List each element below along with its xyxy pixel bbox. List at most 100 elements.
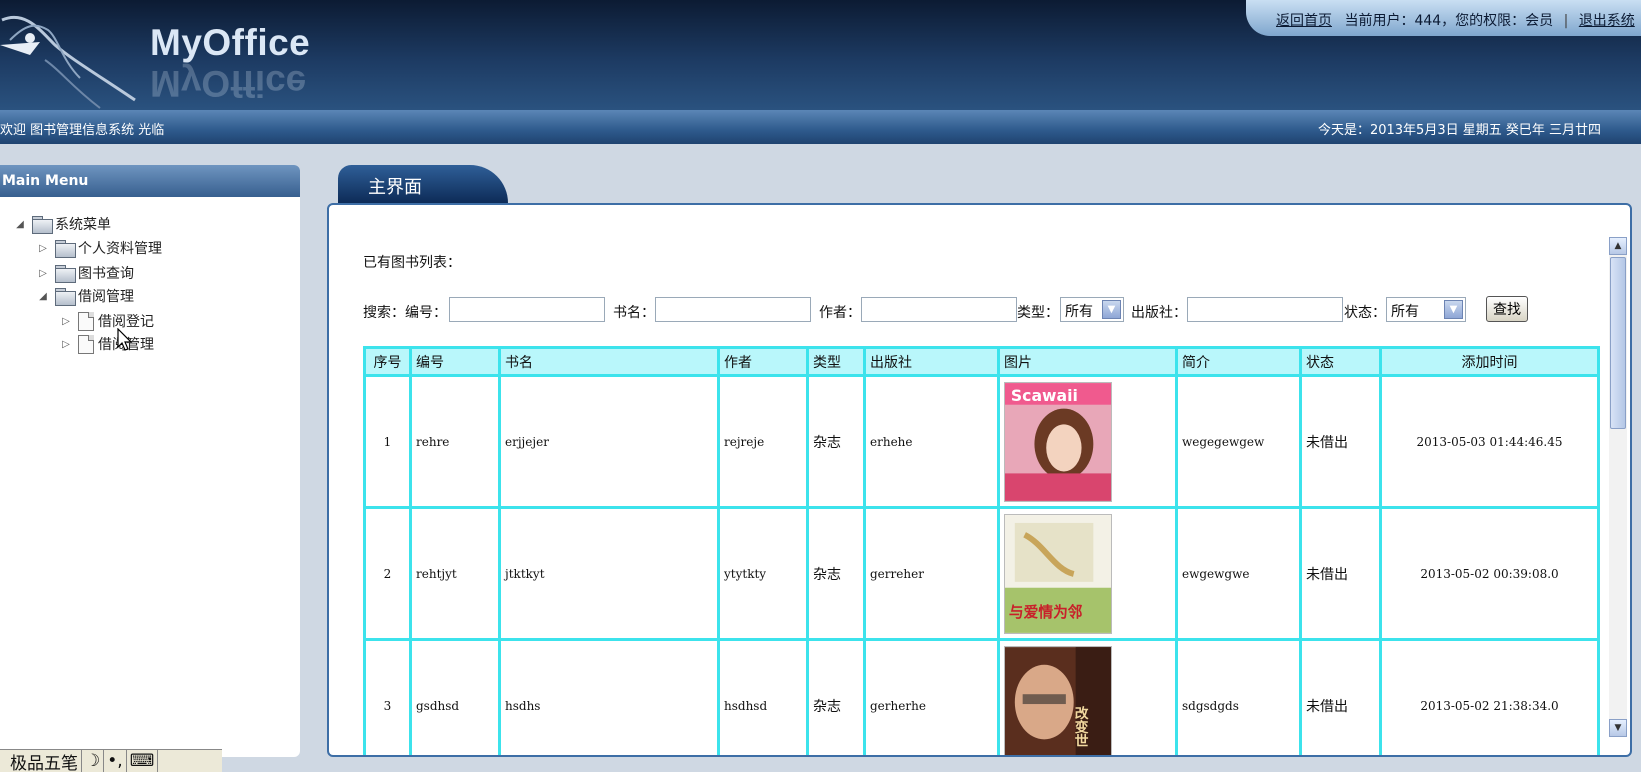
cell-name: erjjejer (498, 374, 720, 509)
tree-item-borrow-manage-child[interactable]: ▷ 借阅管理 (60, 333, 154, 355)
ime-toolbar[interactable]: 极品五笔 ☽ •, ⌨ (0, 749, 222, 772)
cover-title: 与爱情为邻 (1009, 603, 1083, 621)
expand-triangle-icon[interactable]: ▷ (37, 243, 49, 254)
table-row[interactable]: 2 rehtjyt jtktkyt ytytkty 杂志 gerreher 与爱… (363, 506, 1600, 641)
chevron-down-icon[interactable]: ▼ (1102, 300, 1121, 319)
collapse-triangle-icon[interactable]: ◢ (14, 219, 26, 230)
table-row[interactable]: 3 gsdhsd hsdhs hsdhsd 杂志 gerherhe 改变世 sd… (363, 638, 1600, 758)
tree-item-borrow-management[interactable]: ◢ 借阅管理 (37, 285, 134, 307)
logo-text: MyOffice (150, 22, 311, 63)
tree-item-book-query[interactable]: ▷ 图书查询 (37, 262, 134, 284)
tree-item-label: 系统菜单 (55, 217, 111, 233)
status-label: 状态： (1344, 305, 1386, 321)
document-icon (78, 334, 94, 354)
scroll-up-icon[interactable]: ▲ (1609, 237, 1627, 255)
list-title: 已有图书列表： (363, 255, 461, 271)
book-cover-image[interactable]: 改变世 (1004, 645, 1112, 758)
publisher-label: 出版社： (1131, 305, 1187, 321)
welcome-bar: 欢迎 图书管理信息系统 光临 今天是：2013年5月3日 星期五 癸巳年 三月廿… (0, 110, 1641, 144)
column-header: 书名 (498, 346, 720, 377)
column-header: 编号 (409, 346, 501, 377)
column-header: 状态 (1299, 346, 1382, 377)
ime-label[interactable]: 极品五笔 (0, 750, 82, 772)
expand-triangle-icon[interactable]: ▷ (60, 339, 72, 350)
expand-triangle-icon[interactable]: ▷ (37, 268, 49, 279)
column-header: 作者 (717, 346, 809, 377)
tree-item-profile[interactable]: ▷ 个人资料管理 (37, 237, 162, 259)
type-select[interactable]: 所有 ▼ (1060, 297, 1124, 322)
status-select[interactable]: 所有 ▼ (1386, 297, 1466, 322)
document-icon (78, 311, 94, 331)
logo-reflection: MyOffice (150, 63, 307, 104)
search-row: 搜索： 编号： 书名： 作者： 类型： 所有 ▼ 出版社： 状态： 所有 ▼ 查… (363, 296, 1563, 323)
publisher-input[interactable] (1187, 297, 1343, 322)
cell-cover: 与爱情为邻 (997, 506, 1178, 641)
tree-item-label: 图书查询 (78, 266, 134, 282)
cell-intro: sdgsdgds (1175, 638, 1302, 755)
table-header-row: 序号 编号 书名 作者 类型 出版社 图片 简介 状态 添加时间 (363, 346, 1600, 377)
content-panel: 已有图书列表： 搜索： 编号： 书名： 作者： 类型： 所有 ▼ 出版社： 状态… (327, 203, 1632, 757)
separator: | (1563, 13, 1569, 29)
type-label: 类型： (1017, 305, 1059, 321)
author-input[interactable] (861, 297, 1017, 322)
tree-item-label: 借阅管理 (78, 289, 134, 305)
cell-type: 杂志 (806, 506, 866, 641)
book-cover-image[interactable]: 与爱情为邻 (1004, 513, 1112, 634)
main-menu-title: Main Menu (0, 165, 300, 197)
column-header: 简介 (1175, 346, 1302, 377)
date-text: 今天是：2013年5月3日 星期五 癸巳年 三月廿四 (1317, 123, 1601, 138)
cell-author: hsdhsd (717, 638, 809, 755)
cell-name: hsdhs (498, 638, 720, 755)
column-header: 添加时间 (1379, 346, 1600, 377)
expand-triangle-icon[interactable]: ▷ (60, 316, 72, 327)
welcome-text: 欢迎 图书管理信息系统 光临 (0, 123, 165, 138)
status-select-value: 所有 (1391, 304, 1419, 320)
author-label: 作者： (819, 305, 861, 321)
tree-item-label: 个人资料管理 (78, 241, 162, 257)
cell-intro: wegegewgew (1175, 374, 1302, 509)
cell-status: 未借出 (1299, 506, 1382, 641)
current-user-text: 当前用户：444，您的权限：会员 (1344, 13, 1554, 29)
name-label: 书名： (613, 305, 655, 321)
folder-icon (55, 240, 76, 258)
cell-status: 未借出 (1299, 638, 1382, 755)
cell-time: 2013-05-02 21:38:34.0 (1379, 638, 1600, 755)
cover-title: 改变世 (1072, 705, 1089, 747)
table-row[interactable]: 1 rehre erjjejer rejreje 杂志 erhehe Scawa… (363, 374, 1600, 509)
logo-bird-icon (0, 15, 136, 109)
column-header: 出版社 (863, 346, 1000, 377)
book-cover-image[interactable]: Scawaii (1004, 381, 1112, 502)
tree-root-system-menu[interactable]: ◢ 系统菜单 (14, 213, 111, 235)
cell-seq: 1 (363, 374, 412, 509)
id-label: 编号： (405, 305, 447, 321)
home-link[interactable]: 返回首页 (1276, 13, 1332, 29)
cell-seq: 3 (363, 638, 412, 755)
scroll-down-icon[interactable]: ▼ (1609, 719, 1627, 737)
main-menu-panel: Main Menu ◢ 系统菜单 ▷ 个人资料管理 ▷ 图书查询 ◢ 借阅管理 … (0, 165, 300, 757)
vertical-scrollbar[interactable]: ▲ ▼ (1609, 237, 1627, 737)
scroll-thumb[interactable] (1610, 257, 1626, 429)
top-links-bar: 返回首页 当前用户：444，您的权限：会员 | 退出系统 (1246, 0, 1641, 36)
logout-link[interactable]: 退出系统 (1579, 13, 1635, 29)
book-name-input[interactable] (655, 297, 811, 322)
cell-publisher: erhehe (863, 374, 1000, 509)
cell-seq: 2 (363, 506, 412, 641)
cell-type: 杂志 (806, 638, 866, 755)
collapse-triangle-icon[interactable]: ◢ (37, 291, 49, 302)
keyboard-icon[interactable]: ⌨ (127, 750, 159, 772)
id-input[interactable] (449, 297, 605, 322)
tree-item-borrow-register[interactable]: ▷ 借阅登记 (60, 310, 154, 332)
chevron-down-icon[interactable]: ▼ (1444, 300, 1463, 319)
moon-icon[interactable]: ☽ (82, 750, 105, 772)
find-button[interactable]: 查找 (1486, 296, 1528, 322)
column-header: 序号 (363, 346, 412, 377)
cell-author: rejreje (717, 374, 809, 509)
cell-status: 未借出 (1299, 374, 1382, 509)
punctuation-icon[interactable]: •, (104, 750, 127, 772)
cover-title: Scawaii (1011, 385, 1078, 404)
cell-time: 2013-05-03 01:44:46.45 (1379, 374, 1600, 509)
cell-id: rehtjyt (409, 506, 501, 641)
type-select-value: 所有 (1065, 304, 1093, 320)
tab-main[interactable]: 主界面 (338, 165, 508, 203)
cell-type: 杂志 (806, 374, 866, 509)
